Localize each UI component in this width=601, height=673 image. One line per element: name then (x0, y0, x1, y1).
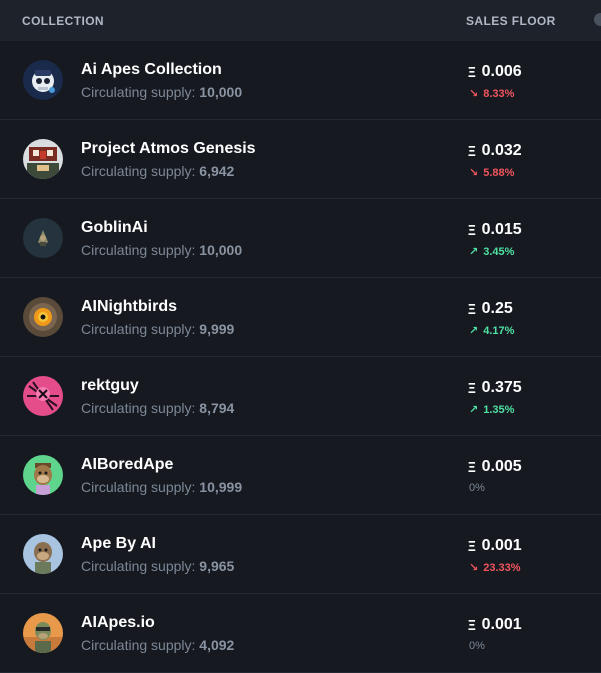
price-change: ↘ 5.88% (469, 166, 515, 180)
floor-price-value: 0.001 (481, 537, 522, 554)
collection-name[interactable]: Ape By AI (81, 535, 156, 553)
collection-name[interactable]: Project Atmos Genesis (81, 140, 256, 158)
supply-label: Circulating supply: (81, 479, 196, 495)
floor-price: Ξ 0.005 (467, 458, 522, 476)
floor-price-value: 0.032 (481, 142, 522, 159)
floor-price: Ξ 0.032 (467, 142, 522, 160)
supply-value: 4,092 (199, 637, 235, 653)
collection-name[interactable]: AIApes.io (81, 614, 155, 632)
eth-icon: Ξ (467, 616, 476, 634)
floor-price-value: 0.006 (481, 63, 522, 80)
floor-price: Ξ 0.001 (467, 616, 522, 634)
floor-price: Ξ 0.006 (467, 63, 522, 81)
price-change: ↘ 23.33% (469, 561, 521, 575)
table-row[interactable]: AIBoredApe Circulating supply: 10,999 Ξ0… (0, 436, 601, 515)
eth-icon: Ξ (467, 63, 476, 81)
table-row[interactable]: Project Atmos Genesis Circulating supply… (0, 120, 601, 199)
floor-price: Ξ 0.25 (467, 300, 513, 318)
table-row[interactable]: GoblinAi Circulating supply: 10,000 Ξ 0.0… (0, 199, 601, 278)
arrow-down-right-icon: ↘ (469, 562, 479, 574)
price-change: 0% (469, 640, 485, 652)
supply-label: Circulating supply: (81, 321, 196, 337)
eth-icon: Ξ (467, 142, 476, 160)
ape-by-ai-avatar[interactable] (23, 534, 63, 574)
supply-value: 6,942 (199, 163, 235, 179)
price-change: ↗ 3.45% (469, 245, 515, 259)
arrow-up-right-icon: ↗ (469, 246, 479, 258)
price-change-value: 3.45% (483, 245, 515, 258)
circulating-supply: Circulating supply: 4,092 (81, 637, 234, 653)
floor-price: Ξ 0.375 (467, 379, 522, 397)
floor-price: Ξ 0.015 (467, 221, 522, 239)
arrow-up-right-icon: ↗ (469, 325, 479, 337)
floor-price-value: 0.015 (481, 221, 522, 238)
price-change-value: 0% (469, 640, 485, 652)
floor-price: Ξ 0.001 (467, 537, 522, 555)
circulating-supply: Circulating supply: 6,942 (81, 163, 234, 179)
nightbird-eye-avatar[interactable] (23, 297, 63, 337)
collections-table: COLLECTION SALES FLOOR Ai Apes Collectio… (0, 0, 601, 673)
price-change: 0% (469, 482, 485, 494)
column-header-sales-floor[interactable]: SALES FLOOR (466, 14, 556, 28)
collection-name[interactable]: AINightbirds (81, 298, 177, 316)
supply-value: 9,999 (199, 321, 235, 337)
price-change-value: 5.88% (483, 166, 515, 179)
arrow-down-right-icon: ↘ (469, 167, 479, 179)
floor-price-value: 0.375 (481, 379, 522, 396)
price-change-value: 1.35% (483, 403, 515, 416)
table-header: COLLECTION SALES FLOOR (0, 0, 601, 41)
ai-apes-io-avatar[interactable] (23, 613, 63, 653)
eth-icon: Ξ (467, 221, 476, 239)
supply-value: 8,794 (199, 400, 235, 416)
table-row[interactable]: AIApes.io Circulating supply: 4,092 Ξ 0.0… (0, 594, 601, 673)
table-row[interactable]: rektguy Circulating supply: 8,794 Ξ 0.375… (0, 357, 601, 436)
floor-price-value: 0.005 (481, 458, 522, 475)
floor-price-value: 0.25 (481, 300, 513, 317)
supply-label: Circulating supply: (81, 400, 196, 416)
price-change-value: 0% (469, 482, 485, 494)
supply-value: 10,000 (199, 242, 243, 258)
price-change: ↘ 8.33% (469, 87, 515, 101)
supply-label: Circulating supply: (81, 558, 196, 574)
goblin-avatar[interactable] (23, 218, 63, 258)
collection-name[interactable]: GoblinAi (81, 219, 148, 237)
circulating-supply: Circulating supply: 10,000 (81, 242, 242, 258)
circulating-supply: Circulating supply: 9,999 (81, 321, 234, 337)
circulating-supply: Circulating supply: 10,999 (81, 479, 242, 495)
circulating-supply: Circulating supply: 10,000 (81, 84, 242, 100)
collection-name[interactable]: Ai Apes Collection (81, 61, 222, 79)
floor-price-value: 0.001 (481, 616, 522, 633)
arrow-down-right-icon: ↘ (469, 88, 479, 100)
supply-value: 10,000 (199, 84, 243, 100)
column-header-next-indicator[interactable] (594, 13, 601, 26)
bored-ape-avatar[interactable] (23, 455, 63, 495)
circulating-supply: Circulating supply: 9,965 (81, 558, 234, 574)
supply-value: 10,999 (199, 479, 243, 495)
supply-label: Circulating supply: (81, 242, 196, 258)
eth-icon: Ξ (467, 537, 476, 555)
atmos-avatar[interactable] (23, 139, 63, 179)
table-row[interactable]: AINightbirds Circulating supply: 9,999 Ξ… (0, 278, 601, 357)
column-header-collection[interactable]: COLLECTION (22, 14, 104, 28)
arrow-up-right-icon: ↗ (469, 404, 479, 416)
price-change-value: 8.33% (483, 87, 515, 100)
ape-skull-avatar[interactable] (23, 60, 63, 100)
supply-value: 9,965 (199, 558, 235, 574)
supply-label: Circulating supply: (81, 84, 196, 100)
table-row[interactable]: Ape By AI Circulating supply: 9,965 Ξ 0.0… (0, 515, 601, 594)
collection-name[interactable]: AIBoredApe (81, 456, 173, 474)
eth-icon: Ξ (467, 300, 476, 318)
eth-icon: Ξ (467, 379, 476, 397)
circulating-supply: Circulating supply: 8,794 (81, 400, 234, 416)
supply-label: Circulating supply: (81, 163, 196, 179)
supply-label: Circulating supply: (81, 637, 196, 653)
table-row[interactable]: Ai Apes Collection Circulating supply: 1… (0, 41, 601, 120)
eth-icon: Ξ (467, 458, 476, 476)
price-change: ↗ 4.17% (469, 324, 515, 338)
price-change-value: 4.17% (483, 324, 515, 337)
rektguy-avatar[interactable] (23, 376, 63, 416)
price-change-value: 23.33% (483, 561, 521, 574)
price-change: ↗ 1.35% (469, 403, 515, 417)
collection-name[interactable]: rektguy (81, 377, 139, 395)
